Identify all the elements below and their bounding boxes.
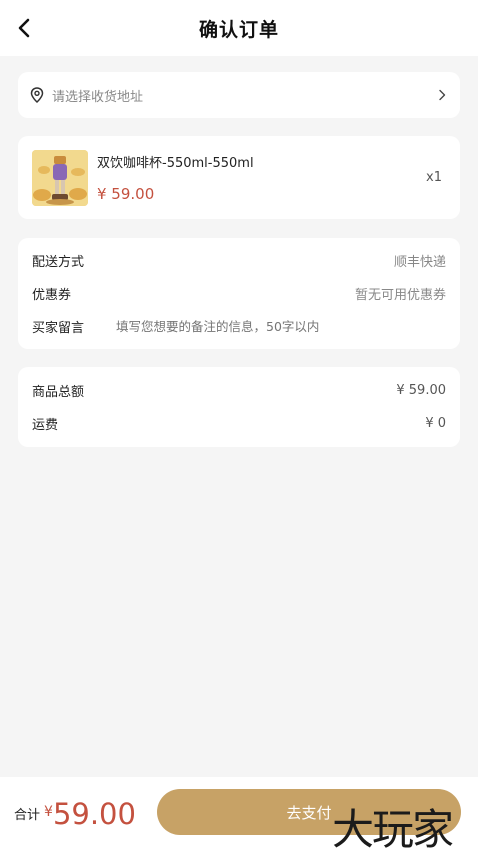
delivery-row[interactable]: 配送方式 顺丰快递 (32, 244, 446, 277)
goods-total-value: ¥ 59.00 (396, 383, 446, 398)
note-label: 买家留言 (32, 321, 85, 336)
shipping-value: ¥ 0 (425, 416, 446, 431)
product-name: 双饮咖啡杯-550ml-550ml (97, 155, 254, 171)
total-label: 合计 (14, 808, 41, 823)
price-summary: 商品总额 ¥ 59.00 运费 ¥ 0 (18, 367, 460, 447)
coupon-label: 优惠券 (32, 288, 72, 303)
note-row: 买家留言 (32, 310, 446, 343)
address-placeholder: 请选择收货地址 (52, 89, 144, 105)
product-info: 双饮咖啡杯-550ml-550ml ¥ 59.00 (97, 150, 426, 206)
product-card: 双饮咖啡杯-550ml-550ml ¥ 59.00 x1 (18, 136, 460, 219)
total-amount: 59.00 (52, 796, 136, 831)
goods-total-label: 商品总额 (32, 385, 85, 400)
page-title: 确认订单 (198, 18, 279, 41)
chevron-left-icon (18, 18, 30, 38)
product-quantity: x1 (426, 170, 442, 185)
goods-total-row: 商品总额 ¥ 59.00 (32, 374, 446, 407)
delivery-label: 配送方式 (32, 255, 85, 270)
checkout-bar: 合计 ¥ 59.00 去支付 (0, 777, 478, 850)
buyer-note-input[interactable] (116, 319, 446, 334)
shipping-row: 运费 ¥ 0 (32, 407, 446, 440)
currency-symbol: ¥ (44, 803, 53, 820)
coupon-value: 暂无可用优惠券 (354, 288, 446, 303)
back-button[interactable] (14, 18, 34, 38)
pay-button[interactable]: 去支付 (157, 789, 461, 835)
location-pin-icon (30, 87, 46, 103)
product-image[interactable] (32, 149, 88, 206)
chevron-right-icon (436, 88, 448, 102)
delivery-value: 顺丰快递 (393, 255, 446, 270)
product-price: ¥ 59.00 (97, 184, 155, 203)
shipping-label: 运费 (32, 418, 59, 433)
coupon-row[interactable]: 优惠券 暂无可用优惠券 (32, 277, 446, 310)
order-options: 配送方式 顺丰快递 优惠券 暂无可用优惠券 买家留言 (18, 238, 460, 349)
address-selector[interactable]: 请选择收货地址 (18, 72, 460, 118)
header-bar: 确认订单 (0, 0, 478, 56)
